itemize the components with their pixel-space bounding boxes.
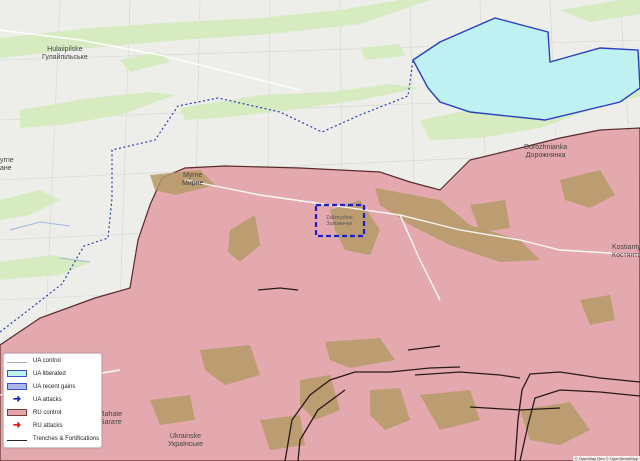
legend-item-ru-attacks: ➜ RU attacks bbox=[4, 419, 101, 432]
legend-label: UA recent gains bbox=[33, 383, 76, 390]
legend-item-ua-attacks: ➜ UA attacks bbox=[4, 393, 101, 406]
place-name: Hulaiipilske bbox=[47, 46, 83, 53]
legend-item-ua-recent-gains: UA recent gains bbox=[4, 380, 101, 393]
legend-label: RU control bbox=[33, 409, 62, 416]
blue-arrow-icon: ➜ bbox=[12, 394, 22, 405]
legend-label: UA control bbox=[33, 357, 61, 364]
place-name: Myrne bbox=[182, 172, 203, 179]
place-name-local: Залізничне bbox=[326, 221, 353, 227]
legend-swatch-blue-icon bbox=[7, 383, 27, 390]
legend-swatch-line-icon bbox=[7, 361, 27, 363]
legend-label: RU attacks bbox=[33, 422, 63, 429]
legend-item-ua-control: UA control bbox=[4, 354, 101, 367]
place-label-kostiantynivka: Kostianty Костянти bbox=[612, 244, 640, 260]
place-label-myrne: Myrne Мирне bbox=[182, 172, 203, 188]
place-name-local: Мирне bbox=[182, 180, 204, 187]
place-name-local: Багате bbox=[100, 419, 122, 426]
legend-label: UA liberated bbox=[33, 370, 66, 377]
place-name-local: Костянти bbox=[612, 252, 640, 259]
legend-swatch-pink-icon bbox=[7, 409, 27, 416]
place-name-local: Дорожнянка bbox=[525, 152, 566, 159]
place-name: Bahate bbox=[100, 411, 123, 418]
place-name: Kostianty bbox=[612, 244, 640, 251]
place-label-hulaipolske: Hulaiipilske Гуляйпільське bbox=[42, 46, 88, 62]
place-name-local: Гуляйпільське bbox=[42, 54, 88, 61]
legend-swatch-trench-icon bbox=[7, 439, 27, 441]
legend-item-trenches: Trenches & Fortifications bbox=[4, 432, 101, 445]
place-name: Ukrainske bbox=[169, 433, 202, 440]
map-legend: UA control UA liberated UA recent gains … bbox=[3, 353, 102, 448]
place-label-zaliznychne: Zaliznychne Залізничне bbox=[326, 215, 353, 227]
place-label-dorozhnianka: Dorozhnianka Дорожнянка bbox=[524, 144, 567, 160]
place-label-ukrainske: Ukrainske Українське bbox=[168, 433, 203, 449]
place-name: Dorozhnianka bbox=[524, 144, 568, 151]
legend-label: Trenches & Fortifications bbox=[33, 435, 100, 442]
place-label-bahate: Bahate Багате bbox=[100, 411, 122, 427]
place-name: yrne bbox=[0, 157, 14, 164]
red-arrow-icon: ➜ bbox=[12, 420, 22, 431]
legend-item-ru-control: RU control bbox=[4, 406, 101, 419]
legend-swatch-cyan-icon bbox=[7, 370, 27, 377]
place-label-edge-left: yrne ане bbox=[0, 157, 14, 173]
map-attribution[interactable]: © OpenMapTiles © OpenStreetMap bbox=[572, 456, 640, 461]
place-name-local: Українське bbox=[168, 441, 203, 448]
place-name-local: ане bbox=[0, 165, 12, 172]
legend-label: UA attacks bbox=[33, 396, 62, 403]
legend-item-ua-liberated: UA liberated bbox=[4, 367, 101, 380]
